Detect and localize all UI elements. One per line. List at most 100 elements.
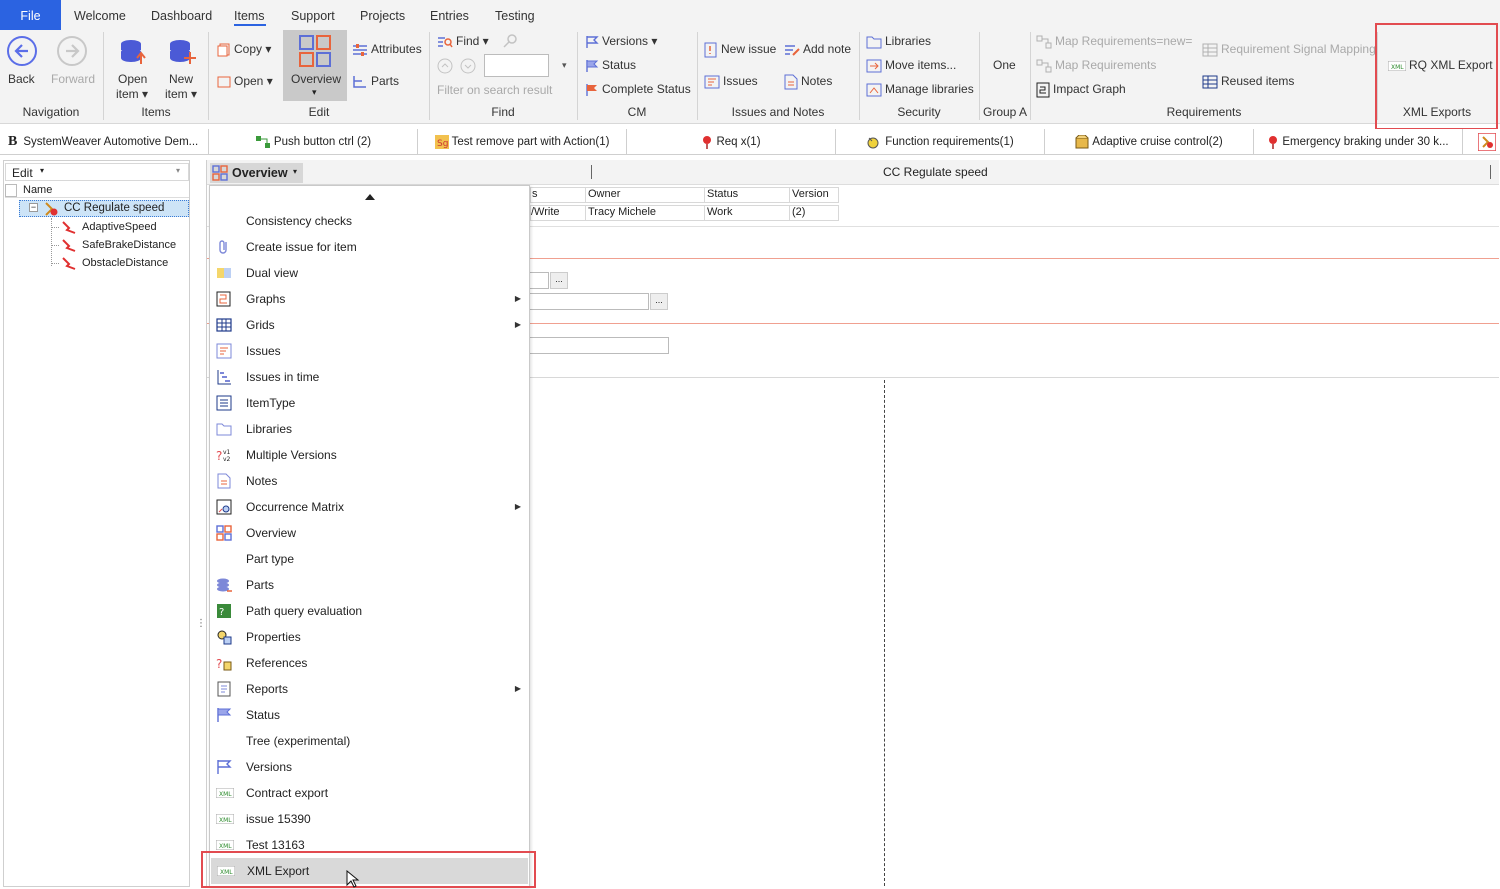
back-button[interactable]: Back bbox=[8, 72, 35, 86]
add-note-button[interactable]: Add note bbox=[784, 42, 851, 57]
search-dropdown-icon[interactable]: ▾ bbox=[562, 60, 567, 71]
menu-item-path-query-evaluation[interactable]: ? Path query evaluation bbox=[210, 598, 529, 624]
menu-item-issues-in-time[interactable]: Issues in time bbox=[210, 364, 529, 390]
copy-button[interactable]: Copy ▾ bbox=[217, 42, 271, 57]
menu-item-grids[interactable]: Grids ▶ bbox=[210, 312, 529, 338]
select-all-checkbox[interactable] bbox=[5, 184, 17, 197]
menu-tab-entries[interactable]: Entries bbox=[430, 0, 469, 30]
edit-dropdown-label: Edit bbox=[12, 166, 33, 180]
chevron-down-icon: ▾ bbox=[293, 167, 298, 176]
note-icon bbox=[216, 473, 233, 489]
map-requirements-new-button: Map Requirements=new= bbox=[1036, 34, 1192, 49]
requirement-group-icon[interactable] bbox=[1478, 133, 1496, 151]
menu-item-create-issue-for-item[interactable]: Create issue for item bbox=[210, 234, 529, 260]
menu-item-dual-view[interactable]: Dual view bbox=[210, 260, 529, 286]
parts-button[interactable]: Parts bbox=[352, 74, 399, 89]
tree-node-safebrakedistance[interactable]: SafeBrakeDistance bbox=[51, 237, 211, 254]
menu-item-label: References bbox=[246, 656, 308, 670]
doc-tab-function-requirements[interactable]: Function requirements(1) bbox=[836, 129, 1045, 155]
menu-item-status[interactable]: Status bbox=[210, 702, 529, 728]
menu-item-contract-export[interactable]: XML Contract export bbox=[210, 780, 529, 806]
scroll-up-icon[interactable] bbox=[365, 193, 375, 200]
view-selector-button[interactable]: Overview ▾ bbox=[210, 163, 303, 183]
menu-item-notes[interactable]: Notes bbox=[210, 468, 529, 494]
doc-tab-systemweaver[interactable]: B SystemWeaver Automotive Dem... bbox=[0, 129, 209, 155]
tree-node-root[interactable]: − CC Regulate speed bbox=[19, 200, 189, 217]
tree-node-obstacledistance[interactable]: ObstacleDistance bbox=[51, 255, 211, 272]
new-item-icon[interactable] bbox=[168, 38, 196, 66]
status-button[interactable]: Status bbox=[585, 58, 636, 73]
menu-item-references[interactable]: ? References bbox=[210, 650, 529, 676]
open-button[interactable]: Open ▾ bbox=[217, 74, 273, 89]
manage-libraries-button[interactable]: Manage libraries bbox=[866, 82, 974, 97]
impact-graph-button[interactable]: Impact Graph bbox=[1036, 82, 1126, 98]
menu-item-libraries[interactable]: Libraries bbox=[210, 416, 529, 442]
menu-item-consistency-checks[interactable]: Consistency checks bbox=[210, 208, 529, 234]
issues-button[interactable]: Issues bbox=[704, 74, 758, 89]
menu-tab-testing[interactable]: Testing bbox=[495, 0, 535, 30]
open-item-button[interactable]: Open bbox=[118, 72, 147, 86]
svg-text:XML: XML bbox=[219, 817, 232, 824]
edit-dropdown[interactable]: Edit ▾ ▾ bbox=[5, 163, 189, 181]
find-button[interactable]: Find ▾ bbox=[437, 34, 489, 49]
doc-tab-emergency-braking[interactable]: Emergency braking under 30 k... bbox=[1254, 129, 1463, 155]
menu-item-properties[interactable]: Properties bbox=[210, 624, 529, 650]
menu-item-issue-15390[interactable]: XML issue 15390 bbox=[210, 806, 529, 832]
svg-text:v2: v2 bbox=[223, 456, 231, 463]
split-divider[interactable] bbox=[884, 380, 885, 886]
browse-button[interactable]: ... bbox=[650, 293, 668, 310]
new-issue-button[interactable]: New issue bbox=[704, 42, 776, 58]
libraries-button[interactable]: Libraries bbox=[866, 34, 931, 49]
doc-tab-push-button[interactable]: Push button ctrl (2) bbox=[209, 129, 418, 155]
manage-libraries-icon bbox=[866, 83, 882, 97]
menu-tab-welcome[interactable]: Welcome bbox=[74, 0, 126, 30]
table-icon bbox=[1202, 43, 1218, 57]
menu-item-versions[interactable]: Versions bbox=[210, 754, 529, 780]
menu-item-graphs[interactable]: Graphs ▶ bbox=[210, 286, 529, 312]
menu-item-itemtype[interactable]: ItemType bbox=[210, 390, 529, 416]
notes-button[interactable]: Notes bbox=[784, 74, 832, 90]
chevron-down-icon: ▾ bbox=[40, 166, 45, 175]
complete-status-button[interactable]: Complete Status bbox=[585, 82, 691, 97]
menu-tab-support[interactable]: Support bbox=[291, 0, 335, 30]
menu-item-issues[interactable]: Issues bbox=[210, 338, 529, 364]
move-items-button[interactable]: Move items... bbox=[866, 58, 956, 73]
versions-button[interactable]: Versions ▾ bbox=[585, 34, 657, 49]
menu-item-part-type[interactable]: Part type bbox=[210, 546, 529, 572]
menu-item-label: ItemType bbox=[246, 396, 296, 410]
splitter-handle[interactable]: ⋮ bbox=[196, 618, 206, 629]
open-item-label-2[interactable]: item ▾ bbox=[116, 87, 148, 101]
menu-tab-projects[interactable]: Projects bbox=[360, 0, 405, 30]
new-item-label-2[interactable]: item ▾ bbox=[165, 87, 197, 101]
attributes-button[interactable]: Attributes bbox=[352, 42, 422, 57]
field-input[interactable] bbox=[507, 337, 669, 354]
menu-item-tree-experimental[interactable]: Tree (experimental) bbox=[210, 728, 529, 754]
menu-item-multiple-versions[interactable]: ? v1 v2 Multiple Versions bbox=[210, 442, 529, 468]
menu-item-overview[interactable]: Overview bbox=[210, 520, 529, 546]
collapse-icon[interactable]: − bbox=[29, 203, 38, 212]
xml-icon: XML bbox=[216, 814, 234, 830]
open-item-icon[interactable] bbox=[119, 38, 147, 66]
back-icon[interactable] bbox=[6, 35, 38, 67]
svg-text:v1: v1 bbox=[223, 449, 231, 456]
submenu-arrow-icon: ▶ bbox=[514, 684, 521, 693]
one-button[interactable]: One bbox=[993, 58, 1016, 72]
menu-item-occurrence-matrix[interactable]: Occurrence Matrix ▶ bbox=[210, 494, 529, 520]
file-menu-tab[interactable]: File bbox=[0, 0, 61, 30]
overview-button[interactable]: Overview ▾ bbox=[283, 30, 347, 101]
doc-tab-test-remove-part[interactable]: Sg Test remove part with Action(1) bbox=[418, 129, 627, 155]
new-item-button[interactable]: New bbox=[169, 72, 193, 86]
menu-tab-dashboard[interactable]: Dashboard bbox=[151, 0, 212, 30]
menu-item-reports[interactable]: Reports ▶ bbox=[210, 676, 529, 702]
doc-tab-req-x[interactable]: Req x(1) bbox=[627, 129, 836, 155]
flag-filled-icon bbox=[585, 83, 599, 97]
doc-tab-adaptive-cruise-control[interactable]: Adaptive cruise control(2) bbox=[1045, 129, 1254, 155]
grid-icon bbox=[216, 317, 233, 333]
browse-button[interactable]: ... bbox=[550, 272, 568, 289]
column-header-name[interactable]: Name bbox=[23, 184, 52, 196]
menu-item-parts[interactable]: Parts bbox=[210, 572, 529, 598]
search-input[interactable] bbox=[484, 54, 549, 77]
requirement-group-icon bbox=[43, 201, 59, 217]
reused-items-button[interactable]: Reused items bbox=[1202, 74, 1294, 89]
tree-node-adaptivespeed[interactable]: AdaptiveSpeed bbox=[51, 219, 211, 236]
